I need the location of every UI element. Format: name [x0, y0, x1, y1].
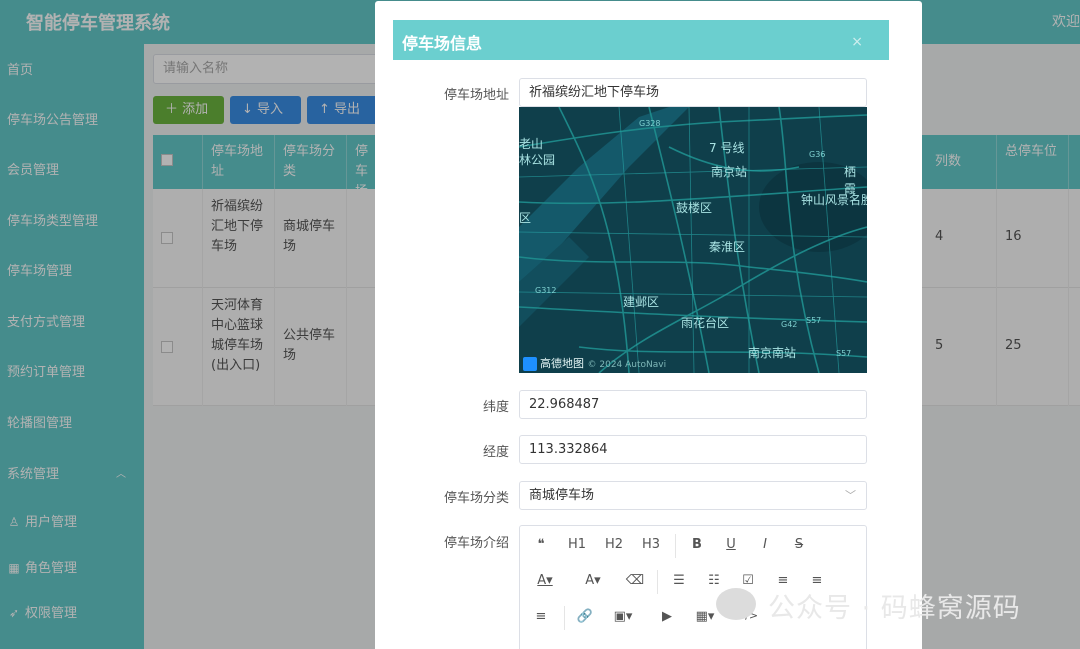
- map-roads: [519, 107, 867, 373]
- map-label: 南京南站: [748, 346, 797, 360]
- font-color-icon[interactable]: A▾: [530, 573, 560, 588]
- road-code: G312: [535, 286, 557, 295]
- road-code: S57: [836, 349, 852, 358]
- modal-header: 停车场信息 ×: [393, 20, 889, 60]
- map-view[interactable]: 老山 林公园 7 号线 南京站 栖霞 钟山风景名胜 鼓楼区 秦淮区 区 建邺区 …: [519, 107, 867, 373]
- close-icon[interactable]: ×: [851, 34, 863, 50]
- numbered-list-icon[interactable]: ☷: [699, 573, 729, 588]
- map-label: 鼓楼区: [676, 201, 713, 215]
- category-label: 停车场分类: [443, 491, 509, 506]
- image-icon[interactable]: ▣▾: [608, 609, 638, 624]
- map-label: 林公园: [519, 153, 556, 167]
- map-label: 建邺区: [623, 295, 660, 309]
- map-label: 7 号线: [709, 141, 745, 155]
- watermark: 公众号 · 码蜂窝源码: [768, 593, 1021, 624]
- italic-button[interactable]: I: [750, 537, 780, 552]
- table-icon[interactable]: ▦▾: [690, 609, 720, 624]
- latitude-label: 纬度: [482, 400, 509, 415]
- address-label: 停车场地址: [443, 88, 509, 103]
- toolbar-divider: [564, 606, 565, 630]
- map-brand: 高德地图: [540, 357, 584, 370]
- map-copyright: © 2024 AutoNavi: [587, 360, 667, 370]
- eraser-icon[interactable]: ⌫: [620, 573, 650, 588]
- modal-title: 停车场信息: [402, 34, 483, 53]
- road-code: G42: [781, 320, 798, 329]
- road-code: S57: [806, 316, 822, 325]
- address-field[interactable]: 祈福缤纷汇地下停车场: [519, 78, 867, 107]
- h3-button[interactable]: H3: [636, 537, 666, 552]
- map-brand-logo: 高德地图 © 2024 AutoNavi: [523, 355, 666, 371]
- toolbar-divider: [675, 534, 676, 558]
- todo-list-icon[interactable]: ☑: [733, 573, 763, 588]
- category-value: 商城停车场: [529, 488, 595, 503]
- bullet-list-icon[interactable]: ☰: [664, 573, 694, 588]
- amap-logo-icon: [523, 357, 537, 371]
- parking-lot-modal: 停车场信息 × 停车场地址 祈福缤纷汇地下停车场 老山 林公园 7 号线 南京站…: [375, 1, 922, 649]
- quote-icon[interactable]: ❝: [526, 537, 556, 552]
- road-code: G36: [809, 150, 826, 159]
- road-code: G328: [639, 119, 661, 128]
- strikethrough-button[interactable]: S: [784, 537, 814, 552]
- bg-color-icon[interactable]: A▾: [578, 573, 608, 588]
- map-label: 南京站: [711, 165, 748, 179]
- toolbar-divider: [657, 570, 658, 594]
- map-label: 秦淮区: [709, 240, 746, 254]
- intro-label: 停车场介绍: [443, 536, 509, 551]
- video-icon[interactable]: ▶: [652, 609, 682, 624]
- chevron-down-icon: ﹀: [845, 489, 856, 502]
- link-icon[interactable]: 🔗: [570, 609, 600, 624]
- map-label: 老山: [519, 137, 544, 151]
- underline-button[interactable]: U: [716, 537, 746, 552]
- align-justify-icon[interactable]: ≡: [526, 609, 556, 624]
- latitude-field[interactable]: 22.968487: [519, 390, 867, 419]
- h2-button[interactable]: H2: [599, 537, 629, 552]
- map-label: 钟山风景名胜: [801, 193, 867, 207]
- bold-button[interactable]: B: [682, 537, 712, 552]
- wechat-icon: [716, 588, 756, 620]
- longitude-label: 经度: [482, 445, 509, 460]
- h1-button[interactable]: H1: [562, 537, 592, 552]
- map-label: 雨花台区: [681, 316, 730, 330]
- category-select[interactable]: 商城停车场 ﹀: [519, 481, 867, 510]
- longitude-field[interactable]: 113.332864: [519, 435, 867, 464]
- map-label: 区: [519, 211, 532, 225]
